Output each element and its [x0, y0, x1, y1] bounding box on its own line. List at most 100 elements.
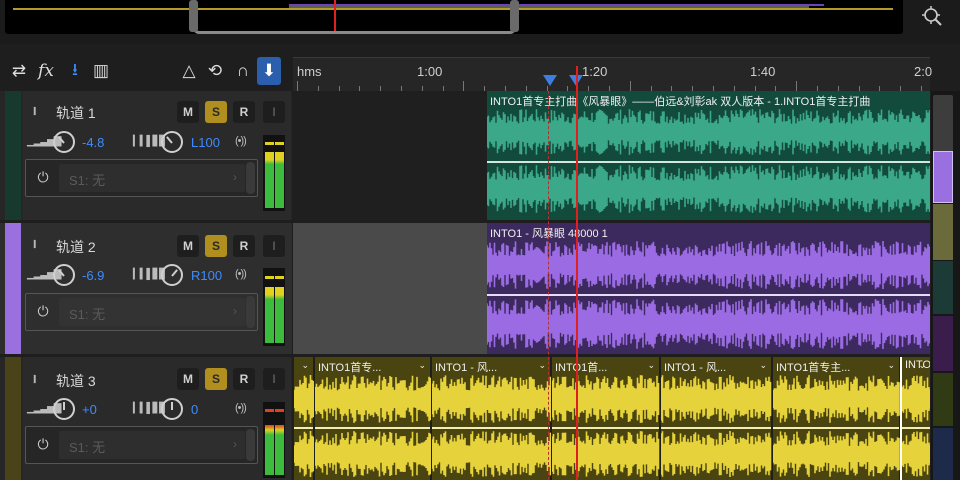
- clip-waveform: [315, 375, 431, 477]
- fx-rack[interactable]: ⏻ S1: 无 ›: [25, 159, 258, 197]
- clip-channel-divider: [773, 427, 899, 429]
- input-monitor-button[interactable]: I: [263, 368, 285, 390]
- audio-clip[interactable]: INTO1首专主... ⌄: [772, 357, 900, 480]
- audio-clip[interactable]: INTO1首... ⌄: [551, 357, 660, 480]
- scroller-track-3-swatch[interactable]: [933, 204, 953, 260]
- fx-scrollbar[interactable]: [246, 296, 255, 328]
- clip-channel-divider: [661, 427, 771, 429]
- snap-icon[interactable]: ⟲: [203, 57, 227, 85]
- ruler-tick-label: 1:00: [417, 64, 443, 79]
- audio-clip[interactable]: INTO1 - 风... ⌄: [431, 357, 551, 480]
- timeline-ruler[interactable]: hms 1:00 1:20 1:40 2:0: [293, 57, 933, 91]
- scroller-track-swatch[interactable]: [933, 316, 953, 371]
- record-button[interactable]: R: [233, 235, 255, 257]
- clip-waveform: [902, 375, 930, 477]
- scroller-thumb[interactable]: [933, 95, 953, 155]
- vertical-track-scroller[interactable]: [931, 91, 960, 480]
- scroller-track-swatch[interactable]: [933, 373, 953, 426]
- loop-icon[interactable]: ⇄: [7, 57, 31, 85]
- pan-knob[interactable]: [161, 264, 183, 286]
- pan-value[interactable]: L100: [191, 135, 220, 150]
- audio-clip[interactable]: INTO1 - 风暴眼 48000 1: [487, 223, 930, 354]
- fx-scrollbar[interactable]: [246, 429, 255, 461]
- input-monitor-button[interactable]: I: [263, 101, 285, 123]
- pan-knob[interactable]: [161, 131, 183, 153]
- audio-clip[interactable]: ⌄: [293, 357, 314, 480]
- fx-slot[interactable]: S1: 无 ›: [59, 298, 245, 326]
- track-3-lane[interactable]: ⌄ INTO1首专... ⌄ INTO1 - 风... ⌄ INTO1首... ⌄ INTO1…: [293, 357, 930, 480]
- solo-button[interactable]: S: [205, 368, 227, 390]
- track-name[interactable]: 轨道 3: [56, 371, 96, 391]
- session-overview[interactable]: [0, 0, 960, 44]
- scroller-track-2-swatch[interactable]: [933, 151, 953, 203]
- fx-rack[interactable]: ⏻ S1: 无 ›: [25, 293, 258, 331]
- zoom-icon[interactable]: [921, 5, 943, 27]
- clip-waveform: [487, 109, 930, 213]
- mute-button[interactable]: M: [177, 101, 199, 123]
- pan-value[interactable]: 0: [191, 402, 198, 417]
- volume-knob[interactable]: [53, 264, 75, 286]
- clip-waveform: [661, 375, 772, 477]
- ruler-tick-label: 2:0: [914, 64, 933, 79]
- pan-knob[interactable]: [161, 398, 183, 420]
- magnet-icon[interactable]: ∩: [231, 57, 255, 85]
- track-1-lane[interactable]: INTO1首专主打曲《风暴眼》——伯远&刘彰ak 双人版本 - 1.INTO1首…: [293, 91, 930, 220]
- playhead[interactable]: [576, 66, 578, 480]
- audio-clip[interactable]: INTO1首专主打曲《风暴眼》——伯远&刘彰ak 双人版本 - 1.INTO1首…: [487, 91, 930, 220]
- audio-clip[interactable]: INTO ⌄: [900, 357, 930, 480]
- audio-clip[interactable]: INTO1首专... ⌄: [314, 357, 431, 480]
- track-color-strip: [5, 357, 21, 480]
- overview-panel[interactable]: [5, 0, 903, 34]
- audio-clip[interactable]: INTO1 - 风... ⌄: [660, 357, 772, 480]
- scroller-track-swatch[interactable]: [933, 261, 953, 314]
- input-monitor-button[interactable]: I: [263, 235, 285, 257]
- levels-icon[interactable]: ▥: [89, 57, 113, 85]
- stereo-icon[interactable]: (•)): [235, 268, 247, 280]
- fx-scrollbar[interactable]: [246, 162, 255, 194]
- mute-button[interactable]: M: [177, 368, 199, 390]
- fx-rack[interactable]: ⏻ S1: 无 ›: [25, 426, 258, 464]
- solo-button[interactable]: S: [205, 101, 227, 123]
- scroller-track-swatch[interactable]: [933, 428, 953, 480]
- record-button[interactable]: R: [233, 101, 255, 123]
- solo-button[interactable]: S: [205, 235, 227, 257]
- volume-knob[interactable]: [53, 398, 75, 420]
- overview-left-handle[interactable]: [189, 0, 198, 32]
- track-name[interactable]: 轨道 2: [56, 237, 96, 257]
- volume-value[interactable]: +0: [82, 402, 97, 417]
- level-meter: [263, 268, 285, 346]
- power-icon[interactable]: ⏻: [34, 169, 52, 187]
- mute-button[interactable]: M: [177, 235, 199, 257]
- level-meter: [263, 135, 285, 211]
- fx-slot[interactable]: S1: 无 ›: [59, 431, 245, 459]
- fx-icon[interactable]: fx: [34, 57, 58, 85]
- routing-icon[interactable]: ⭳: [63, 57, 87, 85]
- stereo-icon[interactable]: (•)): [235, 135, 247, 147]
- waveform-icon: ⧘⧙⧘: [33, 237, 36, 251]
- track-header: ⧘⧙⧘ 轨道 3 M S R I ▁▂▃▅▇ +0 ▎▍▌▋▊ 0 (•)) ⏻…: [23, 357, 291, 480]
- chevron-right-icon: ›: [233, 170, 237, 184]
- fx-slot[interactable]: S1: 无 ›: [59, 164, 245, 192]
- metronome-icon[interactable]: △: [177, 57, 201, 85]
- track-header: ⧘⧙⧘ 轨道 2 M S R I ▁▂▃▅▇ -6.9 ▎▍▌▋▊ R100 (…: [23, 223, 291, 354]
- volume-value[interactable]: -6.9: [82, 268, 104, 283]
- overview-visible-range[interactable]: [193, 0, 516, 34]
- fx-slot-label: S1: 无: [69, 440, 106, 455]
- overview-right-handle[interactable]: [510, 0, 519, 32]
- pan-value[interactable]: R100: [191, 268, 222, 283]
- track-name[interactable]: 轨道 1: [56, 103, 96, 123]
- clip-channel-divider: [487, 294, 930, 296]
- record-button[interactable]: R: [233, 368, 255, 390]
- clip-channel-divider: [902, 427, 930, 429]
- loop-start-marker[interactable]: [543, 75, 557, 86]
- marker-icon[interactable]: ⬇: [257, 57, 281, 85]
- power-icon[interactable]: ⏻: [34, 436, 52, 454]
- power-icon[interactable]: ⏻: [34, 303, 52, 321]
- volume-knob[interactable]: [53, 131, 75, 153]
- track-2-lane[interactable]: INTO1 - 风暴眼 48000 1: [293, 223, 930, 354]
- clip-waveform: [432, 375, 551, 477]
- stereo-icon[interactable]: (•)): [235, 402, 247, 414]
- loop-start-line: [548, 91, 549, 480]
- clip-channel-divider: [552, 427, 659, 429]
- volume-value[interactable]: -4.8: [82, 135, 104, 150]
